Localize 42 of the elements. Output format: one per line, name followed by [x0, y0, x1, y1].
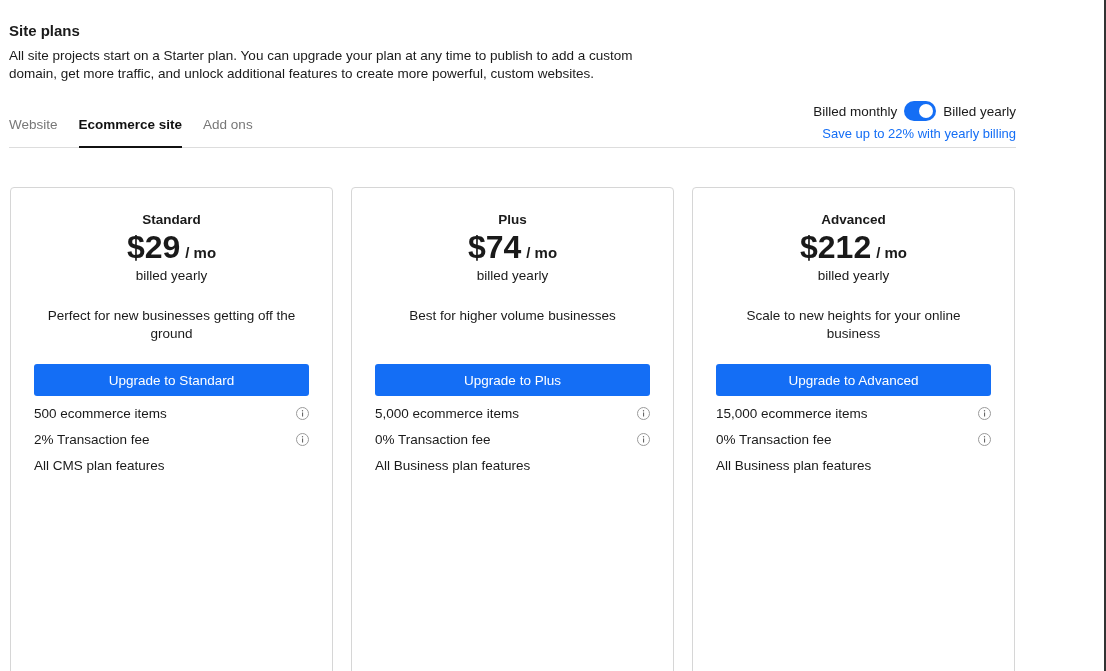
plan-feature: 0% Transaction fee — [716, 432, 832, 447]
plan-feature: 5,000 ecommerce items — [375, 406, 520, 421]
tab[interactable]: Add ons — [203, 117, 253, 148]
plan-feature: All Business plan features — [716, 458, 872, 473]
tab[interactable]: Ecommerce site — [78, 117, 183, 148]
plan-name: Advanced — [821, 212, 886, 227]
upgrade-button[interactable]: Upgrade to Plus — [375, 364, 650, 396]
page-description: All site projects start on a Starter plan. You can upgrade your plan at any time to publish to add a custom domain, get more traffic, and unlock additional features to create more powerful, custom websites. — [9, 47, 634, 83]
billing-toggle[interactable] — [904, 101, 937, 121]
plan-price: $74 — [467, 229, 522, 266]
plan-feature: 15,000 ecommerce items — [716, 406, 868, 421]
info-icon[interactable] — [296, 433, 309, 446]
plan-feature: All CMS plan features — [34, 458, 165, 473]
plan-feature: 500 ecommerce items — [34, 406, 167, 421]
price-unit: / mo — [876, 244, 907, 261]
billing-period: billed yearly — [817, 268, 890, 283]
billing-label: Billed monthly — [813, 103, 898, 119]
plan-price: $212 — [800, 229, 872, 266]
plan-description: Best for higher volume businesses — [409, 307, 616, 325]
tab[interactable]: Website — [9, 117, 58, 148]
page-title: Site plans — [9, 22, 81, 39]
plan-name: Standard — [142, 212, 201, 227]
info-icon[interactable] — [637, 407, 650, 420]
upgrade-button[interactable]: Upgrade to Standard — [34, 364, 309, 396]
billing-label: Billed yearly — [943, 103, 1016, 119]
info-icon[interactable] — [296, 407, 309, 420]
plan-name: Plus — [498, 212, 527, 227]
plan-feature: 0% Transaction fee — [375, 432, 491, 447]
upgrade-button[interactable]: Upgrade to Advanced — [716, 364, 991, 396]
plan-feature: 2% Transaction fee — [34, 432, 150, 447]
plan-feature: All Business plan features — [375, 458, 531, 473]
price-unit: / mo — [185, 244, 217, 261]
info-icon[interactable] — [978, 433, 991, 446]
savings-link[interactable]: Save up to 22% with yearly billing — [822, 126, 1016, 141]
info-icon[interactable] — [978, 407, 991, 420]
plan-price: $29 — [126, 229, 181, 266]
billing-period: billed yearly — [476, 268, 549, 283]
info-icon[interactable] — [637, 433, 650, 446]
plan-description: Perfect for new businesses getting off the ground — [46, 307, 297, 343]
plan-description: Scale to new heights for your online business — [745, 307, 962, 343]
billing-period: billed yearly — [135, 268, 208, 283]
price-unit: / mo — [526, 244, 558, 261]
